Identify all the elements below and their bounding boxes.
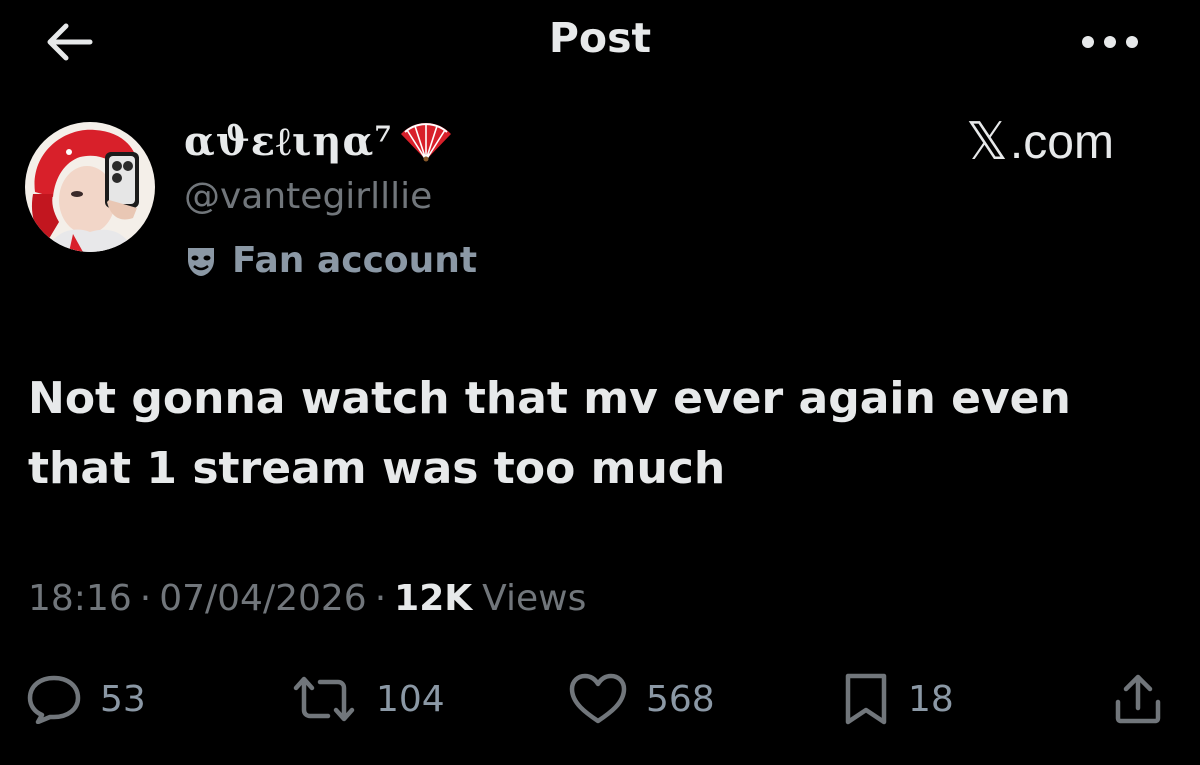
share-icon [1115, 674, 1161, 724]
repost-count: 104 [376, 678, 445, 720]
account-label-text: Fan account [232, 240, 478, 281]
bookmark-count: 18 [908, 678, 954, 720]
more-options-button[interactable] [1078, 24, 1142, 60]
account-label: Fan account [184, 240, 477, 281]
avatar-image [25, 122, 155, 252]
like-button[interactable]: 568 [568, 668, 715, 730]
performing-arts-mask-icon [188, 247, 214, 276]
like-count: 568 [646, 678, 715, 720]
brand-watermark: 𝕏 .com [966, 112, 1114, 172]
bookmark-icon [845, 673, 887, 725]
post-meta: 18:16 · 07/04/2026 · 12K Views [28, 578, 586, 619]
x-logo-icon: 𝕏 [966, 113, 1008, 171]
brand-domain: .com [1009, 115, 1114, 169]
display-name-row[interactable]: αϑɛℓιηα⁷ [184, 118, 453, 165]
heart-icon [569, 673, 627, 724]
post-text: Not gonna watch that mv ever again even … [28, 373, 1071, 494]
reply-count: 53 [100, 678, 146, 720]
repost-icon [293, 676, 355, 722]
post-time[interactable]: 18:16 [28, 578, 132, 619]
meta-separator: · [139, 578, 152, 619]
meta-separator: · [374, 578, 387, 619]
repost-button[interactable]: 104 [290, 668, 445, 730]
views-count: 12K [394, 578, 473, 619]
display-name: αϑɛℓιηα⁷ [184, 118, 393, 165]
reply-button[interactable]: 53 [26, 668, 146, 730]
bookmark-button[interactable]: 18 [842, 668, 954, 730]
avatar[interactable] [25, 122, 155, 252]
user-handle[interactable]: @vantegirlllie [184, 176, 432, 217]
views-label: Views [482, 578, 587, 619]
share-button[interactable] [1112, 668, 1164, 730]
page-title: Post [548, 14, 652, 62]
post-date[interactable]: 07/04/2026 [159, 578, 367, 619]
reply-icon [27, 675, 81, 724]
more-horizontal-icon [1082, 36, 1138, 48]
folding-fan-icon [400, 122, 451, 161]
